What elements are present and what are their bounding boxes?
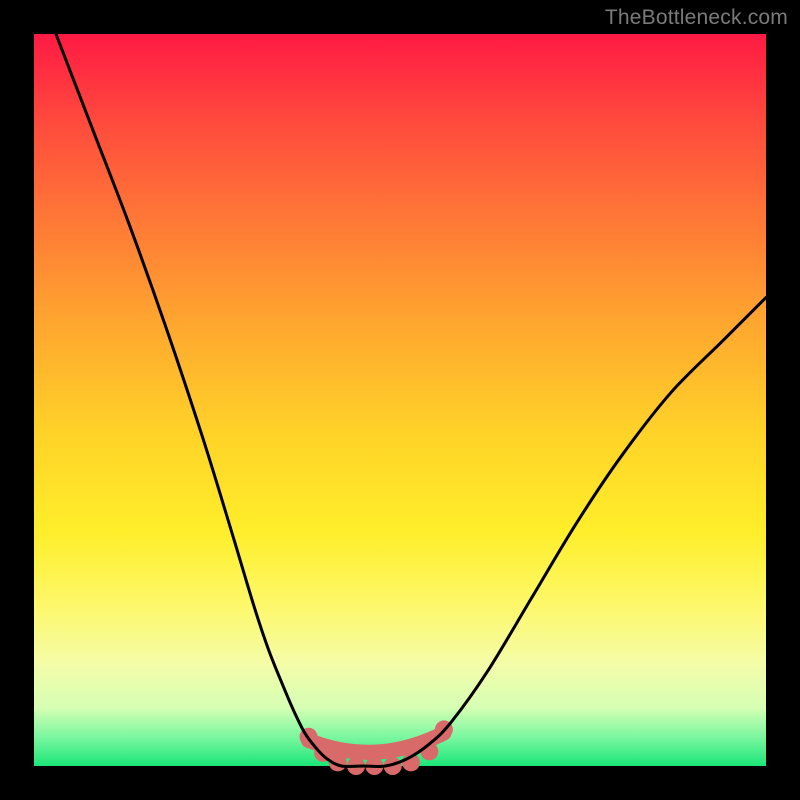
chart-frame: TheBottleneck.com <box>0 0 800 800</box>
bottleneck-curve <box>56 34 766 767</box>
gradient-plot-area <box>34 34 766 766</box>
watermark-text: TheBottleneck.com <box>605 6 788 30</box>
chart-svg <box>34 34 766 766</box>
